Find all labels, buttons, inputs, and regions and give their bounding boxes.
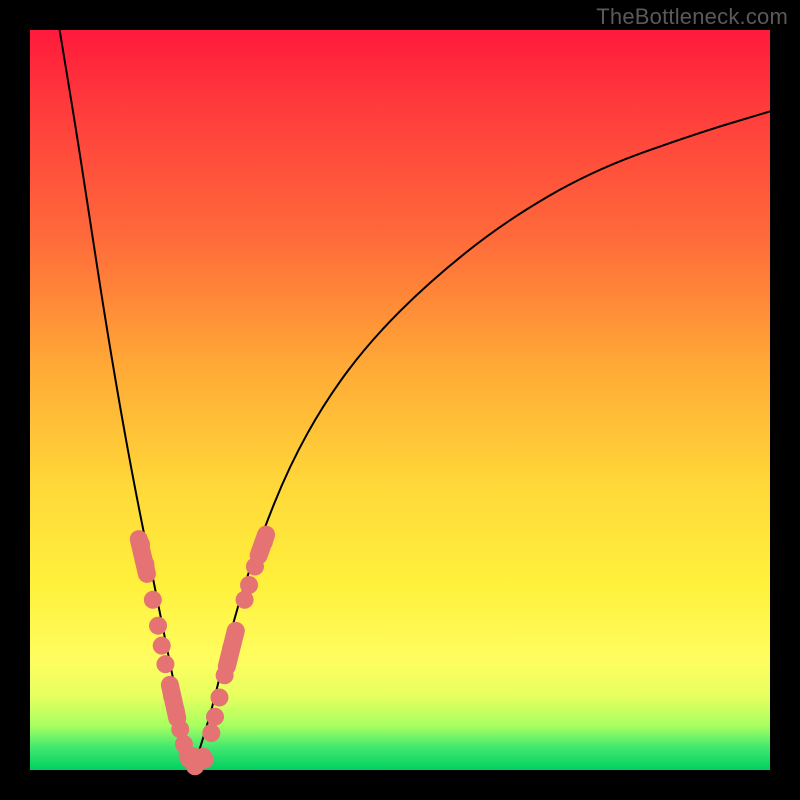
marker-dot — [227, 622, 245, 640]
curve-left-arm — [60, 30, 193, 770]
chart-svg — [30, 30, 770, 770]
marker-dot — [255, 533, 273, 551]
marker-dot — [167, 702, 185, 720]
marker-dot — [240, 576, 258, 594]
marker-dot — [136, 555, 154, 573]
marker-dot — [222, 639, 240, 657]
marker-dot — [153, 637, 171, 655]
marker-dot — [216, 666, 234, 684]
watermark-text: TheBottleneck.com — [596, 4, 788, 30]
chart-frame: TheBottleneck.com — [0, 0, 800, 800]
marker-dot — [144, 591, 162, 609]
marker-dot — [210, 688, 228, 706]
marker-dot — [194, 748, 212, 766]
plot-area — [30, 30, 770, 770]
marker-dot — [132, 535, 150, 553]
marker-dot — [202, 724, 220, 742]
curve-right-arm — [193, 111, 770, 770]
marker-dot — [149, 617, 167, 635]
marker-dot — [246, 558, 264, 576]
marker-dot — [206, 708, 224, 726]
marker-dot — [156, 655, 174, 673]
